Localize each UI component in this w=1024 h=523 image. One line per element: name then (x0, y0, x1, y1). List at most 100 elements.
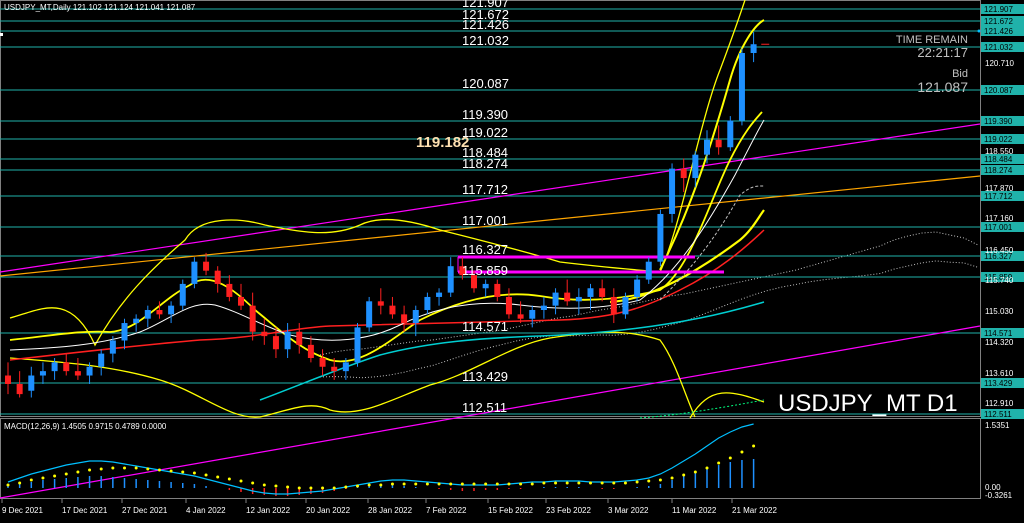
candle-body (482, 283, 489, 289)
macd-signal-dot (157, 468, 161, 472)
macd-signal-dot (635, 480, 639, 484)
candle-body (98, 353, 105, 367)
macd-signal-dot (484, 482, 488, 486)
level-label: 121.426 (462, 17, 509, 32)
date-label: 27 Dec 2021 (122, 506, 168, 515)
date-label: 28 Jan 2022 (368, 506, 413, 515)
candle-body (575, 296, 582, 302)
macd-signal-dot (29, 478, 33, 482)
candle-body (389, 305, 396, 315)
axis-tick: 113.610 (985, 369, 1014, 378)
macd-signal-dot (658, 478, 662, 482)
candle-body (727, 120, 734, 148)
macd-signal-dot (577, 481, 581, 485)
candle-body (156, 310, 163, 315)
macd-signal-dot (169, 469, 173, 473)
macd-signal-dot (600, 481, 604, 485)
level-label: 118.274 (462, 156, 508, 171)
candle-body (74, 371, 81, 376)
macd-signal-dot (99, 467, 103, 471)
candle-body (144, 310, 151, 319)
macd-axis-top: 1.5351 (985, 421, 1010, 430)
candle-body (16, 383, 23, 395)
candle-body (680, 168, 687, 179)
macd-signal-dot (356, 484, 359, 488)
macd-signal-dot (530, 482, 534, 486)
macd-signal-dot (192, 471, 196, 475)
axis-level-text: 121.907 (984, 5, 1013, 14)
macd-signal-dot (449, 482, 453, 486)
macd-signal-dot (437, 482, 441, 486)
axis-tick: 117.160 (985, 214, 1014, 223)
candle-body (272, 336, 279, 350)
macd-signal-dot (274, 484, 278, 488)
level-label: 121.032 (462, 33, 509, 48)
axis-tick: 120.710 (985, 59, 1014, 68)
macd-signal-dot (507, 482, 511, 486)
level-label: 117.712 (462, 182, 508, 197)
date-label: 7 Feb 2022 (426, 506, 467, 515)
level-label: 119.390 (462, 107, 508, 122)
macd-signal-dot (647, 479, 651, 483)
date-label: 15 Feb 2022 (488, 506, 533, 515)
level-label: 120.087 (462, 76, 509, 91)
macd-signal-dot (297, 486, 301, 490)
candle-body (51, 362, 58, 372)
candle-body (39, 371, 46, 376)
macd-signal-dot (589, 481, 592, 485)
level-label: 113.429 (462, 369, 508, 384)
candle-body (517, 314, 524, 319)
candle-body (377, 301, 384, 306)
axis-level-text: 120.087 (984, 86, 1013, 95)
macd-signal-dot (6, 483, 10, 487)
candle-body (645, 261, 652, 280)
candle-body (424, 296, 431, 310)
candle-body (203, 261, 210, 271)
macd-signal-dot (495, 482, 499, 486)
macd-signal-dot (344, 485, 348, 489)
axis-level-text: 118.274 (984, 166, 1013, 175)
axis-level-text: 121.032 (984, 43, 1013, 52)
macd-signal-dot (472, 482, 476, 486)
candle-body (704, 139, 710, 155)
candle-body (191, 261, 198, 284)
macd-signal-dot (717, 461, 721, 465)
axis-tick: 118.550 (985, 147, 1014, 156)
candle-body (354, 327, 361, 363)
candle-body (529, 310, 536, 319)
bid-value: 121.087 (917, 79, 968, 95)
axis-level-text: 118.484 (984, 155, 1013, 164)
macd-signal-dot (88, 468, 92, 472)
candle-body (436, 292, 443, 297)
macd-signal-dot (309, 486, 313, 490)
candle-body (63, 362, 70, 372)
candle-body (226, 283, 233, 297)
macd-signal-dot (670, 476, 674, 480)
macd-signal-dot (204, 473, 208, 477)
macd-signal-dot (565, 481, 569, 485)
level-label: 116.327 (462, 242, 508, 257)
macd-signal-dot (752, 444, 756, 448)
axis-tick: 115.030 (985, 307, 1014, 316)
candle-body (401, 314, 408, 324)
axis-level-text: 119.390 (984, 117, 1013, 126)
macd-axis-bottom: -0.3261 (985, 491, 1013, 500)
date-label: 20 Jan 2022 (306, 506, 351, 515)
axis-level-text: 119.022 (984, 135, 1013, 144)
macd-signal-dot (227, 477, 231, 481)
candle-body (86, 366, 93, 376)
axis-level-text: 114.571 (984, 329, 1013, 338)
level-label: 117.001 (462, 213, 508, 228)
macd-signal-dot (123, 466, 126, 470)
macd-signal-dot (239, 479, 243, 483)
macd-signal-dot (262, 483, 266, 487)
macd-signal-dot (321, 486, 325, 490)
price-chart[interactable]: 121.907121.672121.426121.032120.087119.3… (0, 0, 1024, 523)
macd-signal-dot (332, 486, 336, 490)
level-label: 115.859 (462, 263, 508, 278)
candle-body (610, 296, 617, 315)
candle-body (168, 305, 175, 315)
candle-body (121, 323, 128, 341)
date-label: 21 Mar 2022 (732, 506, 777, 515)
date-label: 12 Jan 2022 (246, 506, 291, 515)
